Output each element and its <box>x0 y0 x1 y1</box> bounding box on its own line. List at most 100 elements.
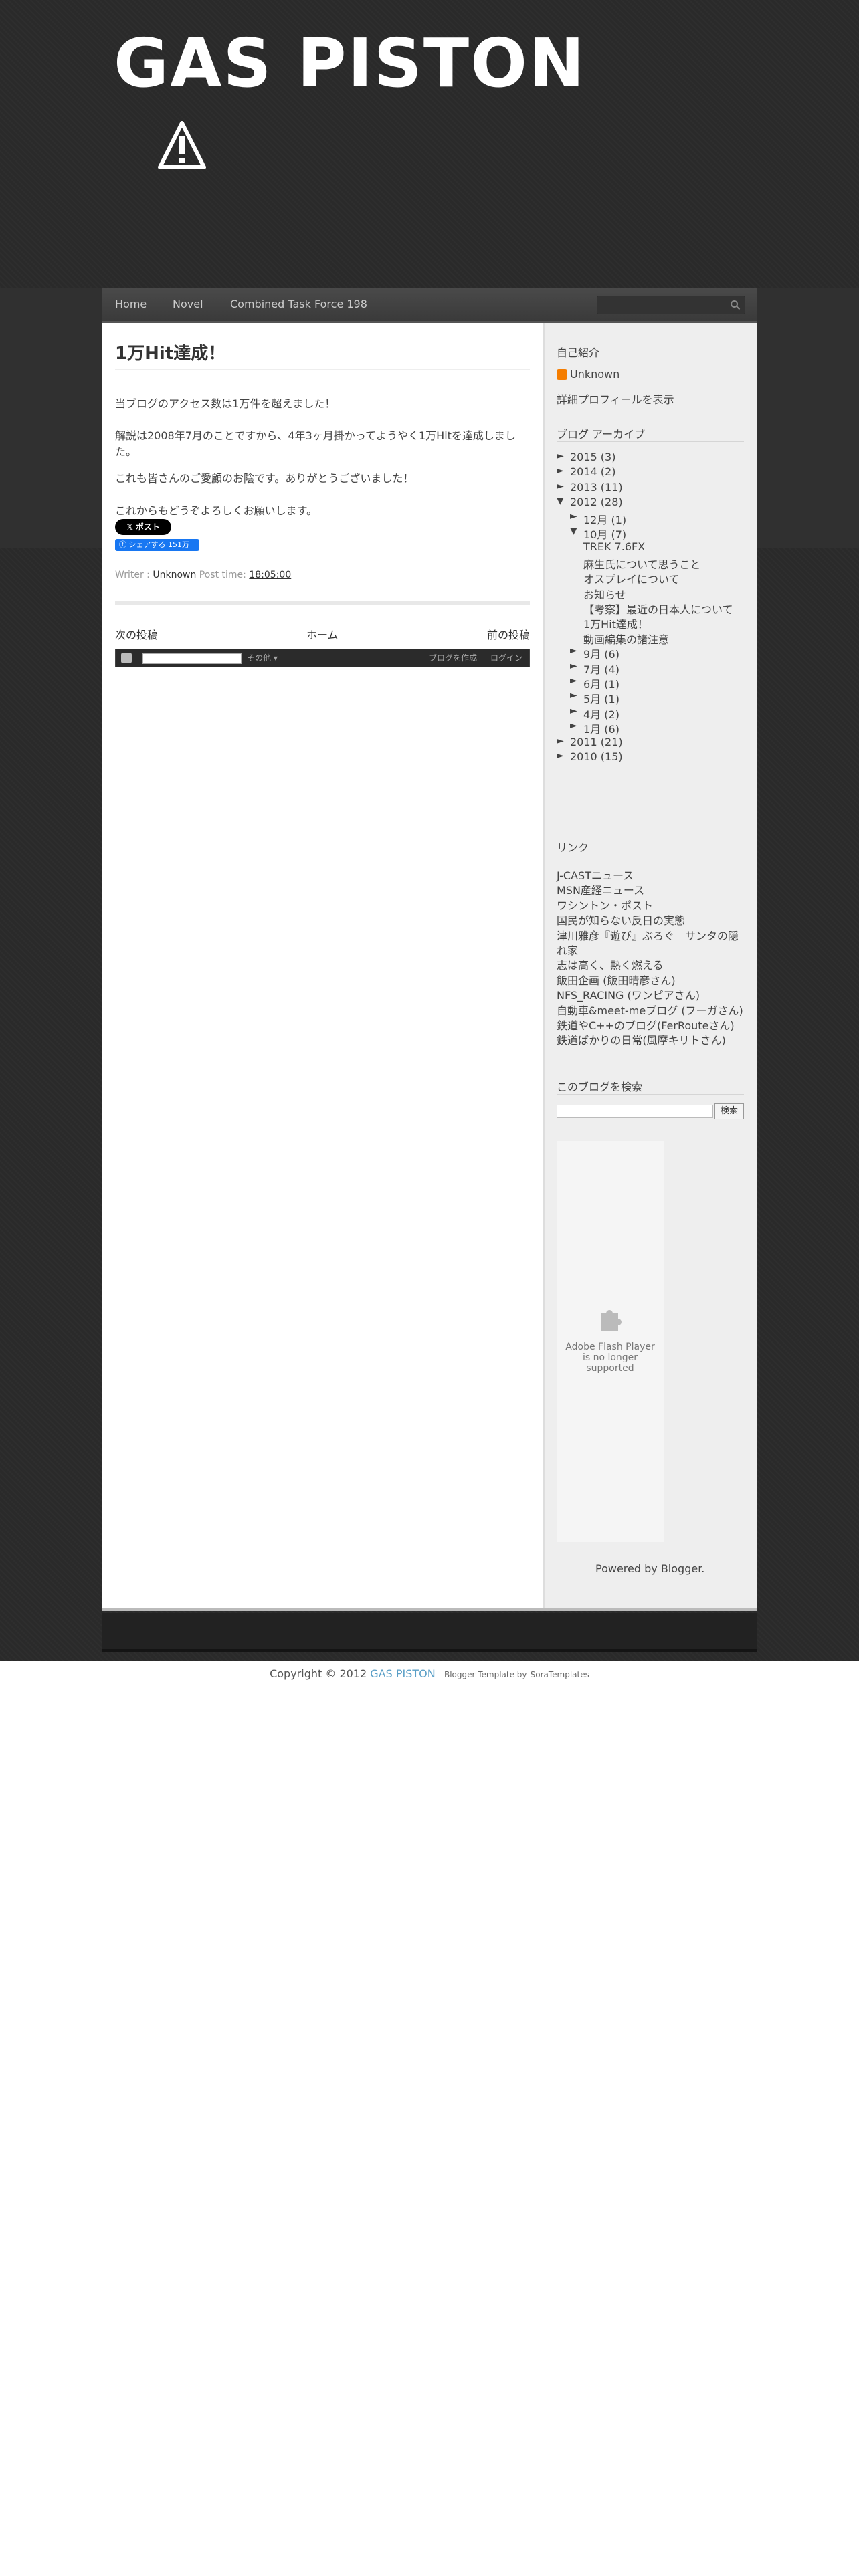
newer-post-link[interactable]: 次の投稿 <box>115 626 158 642</box>
copyright-site-link[interactable]: GAS PISTON <box>370 1667 435 1680</box>
sidebar-link[interactable]: 自動車&meet-meブログ (フーガさん) <box>557 1002 743 1018</box>
expand-arrow-icon[interactable]: ► <box>557 465 564 476</box>
nav-bar: Home Novel Combined Task Force 198 <box>102 288 757 323</box>
facebook-share-label: シェアする 151万 <box>128 540 190 549</box>
archive-period-link[interactable]: 2015 (3) <box>570 451 615 463</box>
search-heading: このブログを検索 <box>557 1081 643 1093</box>
post-paragraph: 解説は2008年7月のことですから、4年3ヶ月掛かってようやく1万Hitを達成し… <box>115 429 516 458</box>
expand-arrow-icon[interactable]: ► <box>557 736 564 746</box>
powered-by-blogger[interactable]: Powered by Blogger. <box>595 1562 704 1575</box>
create-blog-link[interactable]: ブログを作成 <box>429 649 477 667</box>
search-icon[interactable] <box>730 300 741 310</box>
footer-bar <box>102 1613 757 1652</box>
divider <box>115 369 530 370</box>
home-link[interactable]: ホーム <box>306 626 339 642</box>
expand-arrow-icon[interactable]: ► <box>570 661 577 671</box>
archive-period-link[interactable]: 4月 (2) <box>583 706 619 722</box>
blogger-logo-icon[interactable] <box>121 653 132 663</box>
archive-post-link[interactable]: 1万Hit達成！ <box>583 615 648 631</box>
archive-post-link[interactable]: お知らせ <box>583 586 626 602</box>
flash-placeholder: Adobe Flash Player is no longer supporte… <box>557 1141 664 1542</box>
sidebar-link[interactable]: 国民が知らない反日の実態 <box>557 911 685 928</box>
archive-period-link[interactable]: 2014 (2) <box>570 465 615 478</box>
archive-period-link[interactable]: 2010 (15) <box>570 750 623 763</box>
post-footer-bar <box>115 601 530 605</box>
blogger-search-input[interactable] <box>142 653 242 664</box>
blogger-profile-icon <box>557 369 567 380</box>
sidebar-link[interactable]: NFS_RACING (ワンピアさん) <box>557 986 700 1002</box>
facebook-icon: ⓕ <box>119 540 129 549</box>
archive-period-link[interactable]: 10月 (7) <box>583 526 626 542</box>
archive-post-link[interactable]: TREK 7.6FX <box>583 540 645 553</box>
sidebar-link[interactable]: 鉄道ばかりの日常(風摩キリトさん) <box>557 1031 726 1047</box>
expand-arrow-icon[interactable]: ► <box>570 690 577 701</box>
expand-arrow-icon[interactable]: ► <box>570 720 577 731</box>
collapse-arrow-icon[interactable]: ▼ <box>557 496 564 506</box>
login-link[interactable]: ログイン <box>490 649 522 667</box>
facebook-share-button[interactable]: ⓕ シェアする 151万 <box>115 539 199 551</box>
archive-period-link[interactable]: 12月 (1) <box>583 511 626 527</box>
post-time-link[interactable]: 18:05:00 <box>249 570 291 580</box>
view-profile-link[interactable]: 詳細プロフィールを表示 <box>557 391 674 407</box>
plugin-icon <box>601 1310 622 1331</box>
nav-search-input[interactable] <box>597 296 745 314</box>
x-post-label: ポスト <box>135 522 160 532</box>
blog-search-input[interactable] <box>557 1105 713 1118</box>
sidebar-link[interactable]: れ家 <box>557 942 578 958</box>
expand-arrow-icon[interactable]: ► <box>557 750 564 761</box>
links-heading: リンク <box>557 841 589 854</box>
archive-period-link[interactable]: 1月 (6) <box>583 720 619 736</box>
archive-heading: ブログ アーカイブ <box>557 428 646 441</box>
expand-arrow-icon[interactable]: ► <box>570 511 577 522</box>
warning-icon <box>158 121 206 169</box>
post-meta: Writer : Unknown Post time: 18:05:00 <box>115 570 291 580</box>
divider <box>557 441 744 442</box>
expand-arrow-icon[interactable]: ► <box>570 645 577 656</box>
sidebar-link[interactable]: 津川雅彦『遊び』ぶろぐ サンタの隠 <box>557 927 739 943</box>
sidebar-link[interactable]: 鉄道やC++のブログ(FerRouteさん) <box>557 1016 735 1033</box>
post-paragraph: 当ブログのアクセス数は1万件を超えました！ <box>115 397 336 410</box>
blogger-navbar: その他 ▾ ブログを作成 ログイン <box>115 649 530 667</box>
writer-name[interactable]: Unknown <box>153 570 196 580</box>
template-author-link[interactable]: SoraTemplates <box>531 1670 589 1679</box>
older-post-link[interactable]: 前の投稿 <box>487 626 530 642</box>
nav-combined-task-force[interactable]: Combined Task Force 198 <box>230 288 367 321</box>
archive-period-link[interactable]: 6月 (1) <box>583 675 619 691</box>
nav-novel[interactable]: Novel <box>173 288 203 321</box>
archive-period-link[interactable]: 2013 (11) <box>570 481 623 494</box>
archive-post-link[interactable]: 動画編集の諸注意 <box>583 631 669 647</box>
sidebar-link[interactable]: MSN産経ニュース <box>557 881 644 897</box>
archive-post-link[interactable]: オスプレイについて <box>583 570 680 586</box>
archive-period-link[interactable]: 2011 (21) <box>570 736 623 748</box>
footer-divider <box>102 1649 757 1652</box>
expand-arrow-icon[interactable]: ► <box>570 706 577 716</box>
copyright: Copyright © 2012 GAS PISTON - Blogger Te… <box>0 1667 859 1680</box>
archive-period-link[interactable]: 9月 (6) <box>583 645 619 661</box>
blogger-more-menu[interactable]: その他 ▾ <box>247 649 278 667</box>
expand-arrow-icon[interactable]: ► <box>557 451 564 461</box>
collapse-arrow-icon[interactable]: ▼ <box>570 526 577 536</box>
archive-post-link[interactable]: 麻生氏について思うこと <box>583 556 701 572</box>
archive-period-link[interactable]: 7月 (4) <box>583 661 619 677</box>
post-paragraph: これからもどうぞよろしくお願いします。 <box>115 504 318 517</box>
archive-period-link[interactable]: 5月 (1) <box>583 690 619 706</box>
sidebar-link[interactable]: ワシントン・ポスト <box>557 897 653 913</box>
copyright-text: Copyright © 2012 <box>270 1667 367 1680</box>
archive-post-link[interactable]: 【考察】最近の日本人について <box>583 601 733 617</box>
sidebar-link[interactable]: 志は高く、熱く燃える <box>557 956 664 972</box>
post-time-label: Post time: <box>199 570 246 580</box>
template-credit: - Blogger Template by <box>438 1670 527 1679</box>
post-paragraph: これも皆さんのご愛顧のお陰です。ありがとうございました！ <box>115 472 414 485</box>
nav-home[interactable]: Home <box>115 288 147 321</box>
x-post-button[interactable]: 𝕏 ポスト <box>115 519 171 535</box>
site-title[interactable]: GAS PISTON <box>114 27 586 100</box>
expand-arrow-icon[interactable]: ► <box>557 481 564 492</box>
sidebar-link[interactable]: 飯田企画 (飯田晴彦さん) <box>557 972 676 988</box>
post-title[interactable]: 1万Hit達成！ <box>115 340 225 364</box>
blog-search-button[interactable]: 検索 <box>714 1103 744 1119</box>
divider <box>557 1094 744 1095</box>
profile-name-link[interactable]: Unknown <box>570 368 619 381</box>
sidebar-link[interactable]: J-CASTニュース <box>557 867 634 883</box>
archive-period-link[interactable]: 2012 (28) <box>570 496 623 508</box>
expand-arrow-icon[interactable]: ► <box>570 675 577 686</box>
